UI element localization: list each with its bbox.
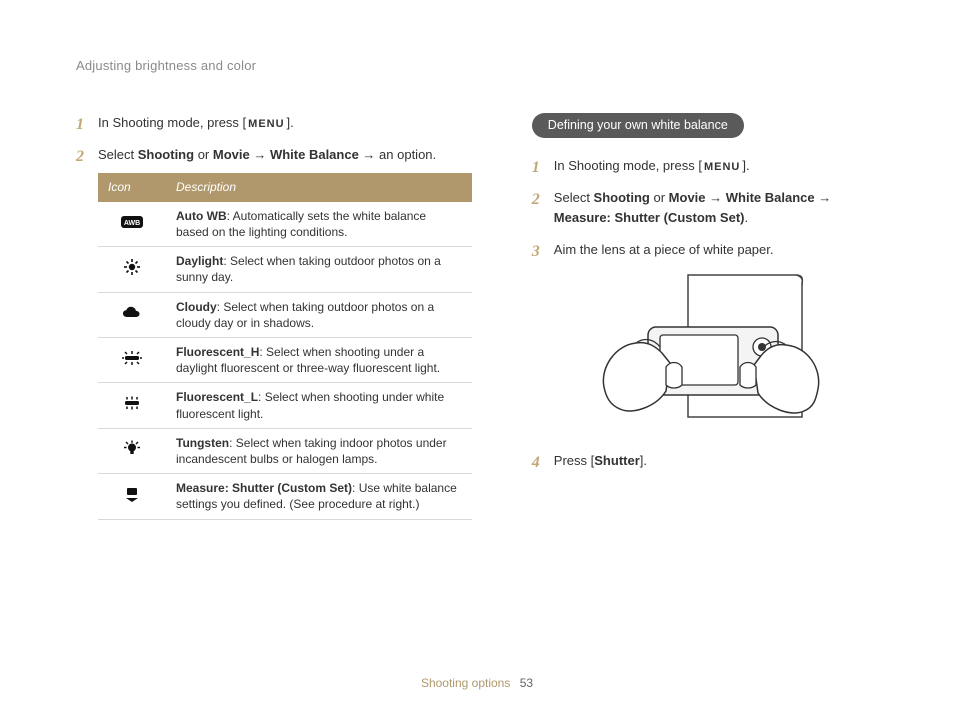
svg-text:AWB: AWB: [124, 220, 140, 227]
section-title: Adjusting brightness and color: [76, 58, 888, 73]
right-step-1: In Shooting mode, press [MENU].: [532, 156, 888, 176]
text: In Shooting mode, press [: [554, 158, 702, 173]
term: Tungsten: [176, 436, 229, 450]
table-row: AWB Auto WB: Automatically sets the whit…: [98, 202, 472, 247]
term: Auto WB: [176, 209, 227, 223]
term: Daylight: [176, 254, 223, 268]
term: Fluorescent_H: [176, 345, 259, 359]
cell-desc: Fluorescent_H: Select when shooting unde…: [166, 338, 472, 383]
text: →: [250, 147, 270, 162]
table-row: Daylight: Select when taking outdoor pho…: [98, 247, 472, 292]
cell-icon: [98, 474, 166, 519]
left-step-1: In Shooting mode, press [MENU].: [76, 113, 472, 133]
term-shooting: Shooting: [594, 190, 650, 205]
cell-desc: Daylight: Select when taking outdoor pho…: [166, 247, 472, 292]
awb-icon: AWB: [119, 212, 145, 232]
fluorescent-h-icon: [119, 348, 145, 368]
cell-desc: Cloudy: Select when taking outdoor photo…: [166, 292, 472, 337]
table-row: Fluorescent_L: Select when shooting unde…: [98, 383, 472, 428]
term-shooting: Shooting: [138, 147, 194, 162]
table-row: Tungsten: Select when taking indoor phot…: [98, 428, 472, 473]
daylight-icon: [119, 257, 145, 277]
text: Select: [98, 147, 138, 162]
text: Aim the lens at a piece of white paper.: [554, 242, 774, 257]
table-row: Cloudy: Select when taking outdoor photo…: [98, 292, 472, 337]
menu-chip: MENU: [246, 116, 286, 133]
illustration-hands-camera-paper: [570, 267, 850, 437]
text: ].: [287, 115, 294, 130]
text: →: [706, 190, 726, 205]
text: In Shooting mode, press [: [98, 115, 246, 130]
text: or: [194, 147, 213, 162]
menu-chip: MENU: [702, 159, 742, 176]
right-step-3: Aim the lens at a piece of white paper.: [532, 240, 888, 436]
cell-desc: Auto WB: Automatically sets the white ba…: [166, 202, 472, 247]
th-icon: Icon: [98, 173, 166, 202]
text: →: [815, 190, 832, 205]
text: ].: [640, 453, 647, 468]
text: ].: [742, 158, 749, 173]
footer-section: Shooting options: [421, 676, 510, 690]
table-row: Measure: Shutter (Custom Set): Use white…: [98, 474, 472, 519]
footer-page-number: 53: [520, 676, 533, 690]
cell-desc: Tungsten: Select when taking indoor phot…: [166, 428, 472, 473]
tungsten-icon: [119, 439, 145, 459]
text: → an option.: [359, 147, 436, 162]
term: Fluorescent_L: [176, 390, 258, 404]
term-white-balance: White Balance: [270, 147, 359, 162]
cell-icon: [98, 383, 166, 428]
cell-icon: [98, 247, 166, 292]
text: Press [: [554, 453, 594, 468]
term-shutter: Shutter: [594, 453, 640, 468]
fluorescent-l-icon: [119, 393, 145, 413]
term: Cloudy: [176, 300, 217, 314]
cell-icon: [98, 292, 166, 337]
right-step-4: Press [Shutter].: [532, 451, 888, 471]
term: Measure: Shutter (Custom Set): [176, 481, 352, 495]
section-pill: Defining your own white balance: [532, 113, 744, 138]
right-column: Defining your own white balance In Shoot…: [532, 113, 888, 532]
table-row: Fluorescent_H: Select when shooting unde…: [98, 338, 472, 383]
cell-icon: [98, 338, 166, 383]
white-balance-table: Icon Description AWB Auto WB: Automatica…: [98, 173, 472, 519]
cell-desc: Fluorescent_L: Select when shooting unde…: [166, 383, 472, 428]
cell-desc: Measure: Shutter (Custom Set): Use white…: [166, 474, 472, 519]
text: .: [745, 210, 749, 225]
page-footer: Shooting options 53: [0, 676, 954, 690]
left-step-2: Select Shooting or Movie → White Balance…: [76, 145, 472, 519]
term-white-balance: White Balance: [726, 190, 815, 205]
cloudy-icon: [119, 303, 145, 323]
left-column: In Shooting mode, press [MENU]. Select S…: [76, 113, 472, 532]
term-movie: Movie: [213, 147, 250, 162]
term-measure: Measure: Shutter (Custom Set): [554, 210, 745, 225]
th-description: Description: [166, 173, 472, 202]
cell-icon: [98, 428, 166, 473]
right-step-2: Select Shooting or Movie → White Balance…: [532, 188, 888, 228]
cell-icon: AWB: [98, 202, 166, 247]
text: Select: [554, 190, 594, 205]
text: or: [650, 190, 669, 205]
custom-set-icon: [119, 484, 145, 504]
term-movie: Movie: [669, 190, 706, 205]
